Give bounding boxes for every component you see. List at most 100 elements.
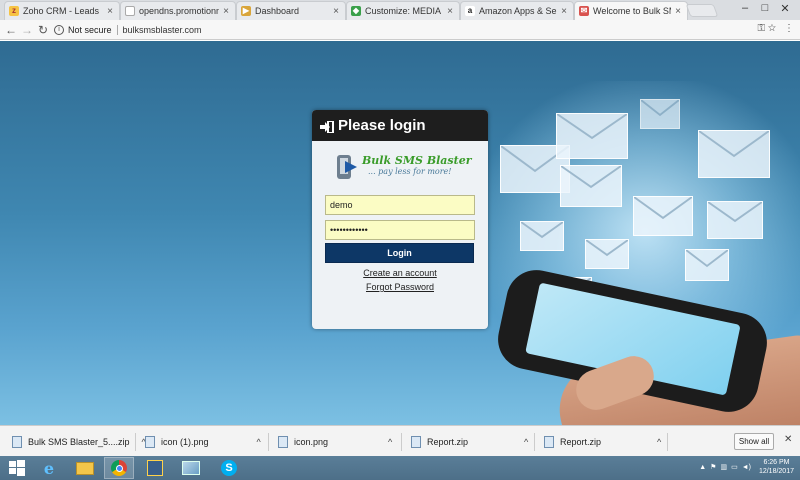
browser-toolbar: ← → ↻ i Not secure bulksmsblaster.com ⚿ … <box>0 20 800 40</box>
tab-customize[interactable]: ◆ Customize: MEDIA TOOL × <box>346 1 460 20</box>
zip-file-icon <box>411 436 421 448</box>
chevron-up-icon[interactable]: ^ <box>257 437 261 447</box>
ie-button[interactable]: e <box>34 457 64 479</box>
envelope-icon <box>640 99 680 129</box>
chevron-up-icon[interactable]: ^ <box>388 437 392 447</box>
amazon-icon: a <box>465 6 475 16</box>
security-label: Not secure <box>68 25 112 35</box>
close-icon[interactable]: × <box>105 6 115 17</box>
forgot-password-link[interactable]: Forgot Password <box>312 282 488 292</box>
download-name: icon (1).png <box>161 437 209 447</box>
download-item[interactable]: Bulk SMS Blaster_5....zip ^ <box>12 433 146 451</box>
download-item[interactable]: Report.zip ^ <box>544 433 661 451</box>
window-app-icon <box>182 461 200 475</box>
download-name: icon.png <box>294 437 329 447</box>
close-icon[interactable]: × <box>221 6 231 17</box>
envelope-icon <box>698 130 770 178</box>
login-panel: Please login Bulk SMS Blaster ... pay le… <box>312 110 488 329</box>
address-bar[interactable]: i Not secure bulksmsblaster.com <box>54 22 784 38</box>
flag-icon[interactable]: ⚑ <box>710 463 716 471</box>
login-title: Please login <box>338 117 426 134</box>
envelope-icon <box>560 165 622 207</box>
new-tab-button[interactable] <box>685 4 719 17</box>
password-field[interactable]: •••••••••••• <box>325 220 475 240</box>
download-item[interactable]: Report.zip ^ <box>411 433 528 451</box>
close-window-icon[interactable]: ✕ <box>776 2 794 15</box>
tab-dashboard[interactable]: ▶ Dashboard × <box>236 1 346 20</box>
page-background: Please login Bulk SMS Blaster ... pay le… <box>0 41 800 425</box>
tab-label: Customize: MEDIA TOOL <box>365 6 443 16</box>
envelope-icon <box>633 196 693 236</box>
tab-zoho-crm[interactable]: z Zoho CRM - Leads × <box>4 1 120 20</box>
back-icon[interactable]: ← <box>4 23 18 37</box>
download-name: Bulk SMS Blaster_5....zip <box>28 437 130 447</box>
page-icon <box>125 6 135 16</box>
app-button[interactable] <box>176 457 206 479</box>
divider <box>401 433 402 451</box>
maximize-icon[interactable]: □ <box>756 2 774 14</box>
sms-icon: ✉ <box>579 6 589 16</box>
divider <box>135 433 136 451</box>
reload-icon[interactable]: ↻ <box>36 23 50 37</box>
info-icon[interactable]: i <box>54 25 64 35</box>
url-text[interactable]: bulksmsblaster.com <box>123 25 202 35</box>
username-field[interactable]: demo <box>325 195 475 215</box>
show-hidden-icon[interactable]: ▲ <box>699 464 706 471</box>
volume-icon[interactable]: ◄) <box>742 464 751 471</box>
divider <box>116 25 118 35</box>
chrome-icon <box>111 460 127 476</box>
download-item[interactable]: icon.png ^ <box>278 433 392 451</box>
download-item[interactable]: icon (1).png ^ <box>145 433 261 451</box>
close-icon[interactable]: × <box>445 6 455 17</box>
chevron-up-icon[interactable]: ^ <box>524 437 528 447</box>
zip-file-icon <box>544 436 554 448</box>
show-all-button[interactable]: Show all <box>734 433 774 450</box>
close-icon[interactable]: × <box>559 6 569 17</box>
close-icon[interactable]: × <box>331 6 341 17</box>
divider <box>268 433 269 451</box>
chrome-button[interactable] <box>104 457 134 479</box>
tab-label: Amazon Apps & Services <box>479 6 557 16</box>
tab-label: Zoho CRM - Leads <box>23 6 100 16</box>
login-button[interactable]: Login <box>325 243 474 263</box>
forward-icon[interactable]: → <box>20 23 34 37</box>
clock-time: 6:26 PM <box>763 459 790 466</box>
network-app-button[interactable] <box>140 457 170 479</box>
create-account-link[interactable]: Create an account <box>312 268 488 278</box>
brand-logo: Bulk SMS Blaster ... pay less for more! <box>312 149 488 193</box>
customize-icon: ◆ <box>351 6 361 16</box>
clock[interactable]: 6:26 PM 12/18/2017 <box>759 458 794 476</box>
tab-label: Dashboard <box>255 6 300 16</box>
battery-icon[interactable]: ▭ <box>731 463 738 471</box>
key-icon[interactable]: ⚿ ☆ <box>757 23 776 34</box>
image-file-icon <box>278 436 288 448</box>
windows-icon <box>9 460 25 476</box>
file-explorer-button[interactable] <box>70 457 100 479</box>
tab-amazon[interactable]: a Amazon Apps & Services × <box>460 1 574 20</box>
close-icon[interactable]: × <box>673 6 683 17</box>
minimize-icon[interactable]: – <box>736 2 754 14</box>
tab-bulk-sms[interactable]: ✉ Welcome to Bulk SMS Bl × <box>574 1 688 20</box>
envelope-icon <box>685 249 729 281</box>
sign-in-icon <box>320 119 334 134</box>
divider <box>667 433 668 451</box>
network-status-icon[interactable]: ▥ <box>720 463 727 471</box>
skype-icon: S <box>221 460 237 476</box>
login-header: Please login <box>312 110 488 141</box>
envelope-icon <box>707 201 763 239</box>
network-icon <box>147 460 163 476</box>
folder-icon <box>76 461 94 475</box>
taskbar: e S ▲ ⚑ ▥ ▭ ◄) 6:26 PM 12/18/2017 <box>0 456 800 480</box>
internet-explorer-icon: e <box>43 458 55 478</box>
clock-date: 12/18/2017 <box>758 468 794 475</box>
menu-icon[interactable]: ⋮ <box>784 23 794 34</box>
tab-strip: z Zoho CRM - Leads × opendns.promotionma… <box>0 0 800 20</box>
divider <box>534 433 535 451</box>
brand-name: Bulk SMS Blaster <box>362 154 472 167</box>
chevron-up-icon[interactable]: ^ <box>657 437 661 447</box>
close-icon[interactable]: ✕ <box>784 434 792 445</box>
zip-file-icon <box>12 436 22 448</box>
skype-button[interactable]: S <box>214 457 244 479</box>
tab-opendns[interactable]: opendns.promotionmar × <box>120 1 236 20</box>
start-button[interactable] <box>2 457 32 479</box>
